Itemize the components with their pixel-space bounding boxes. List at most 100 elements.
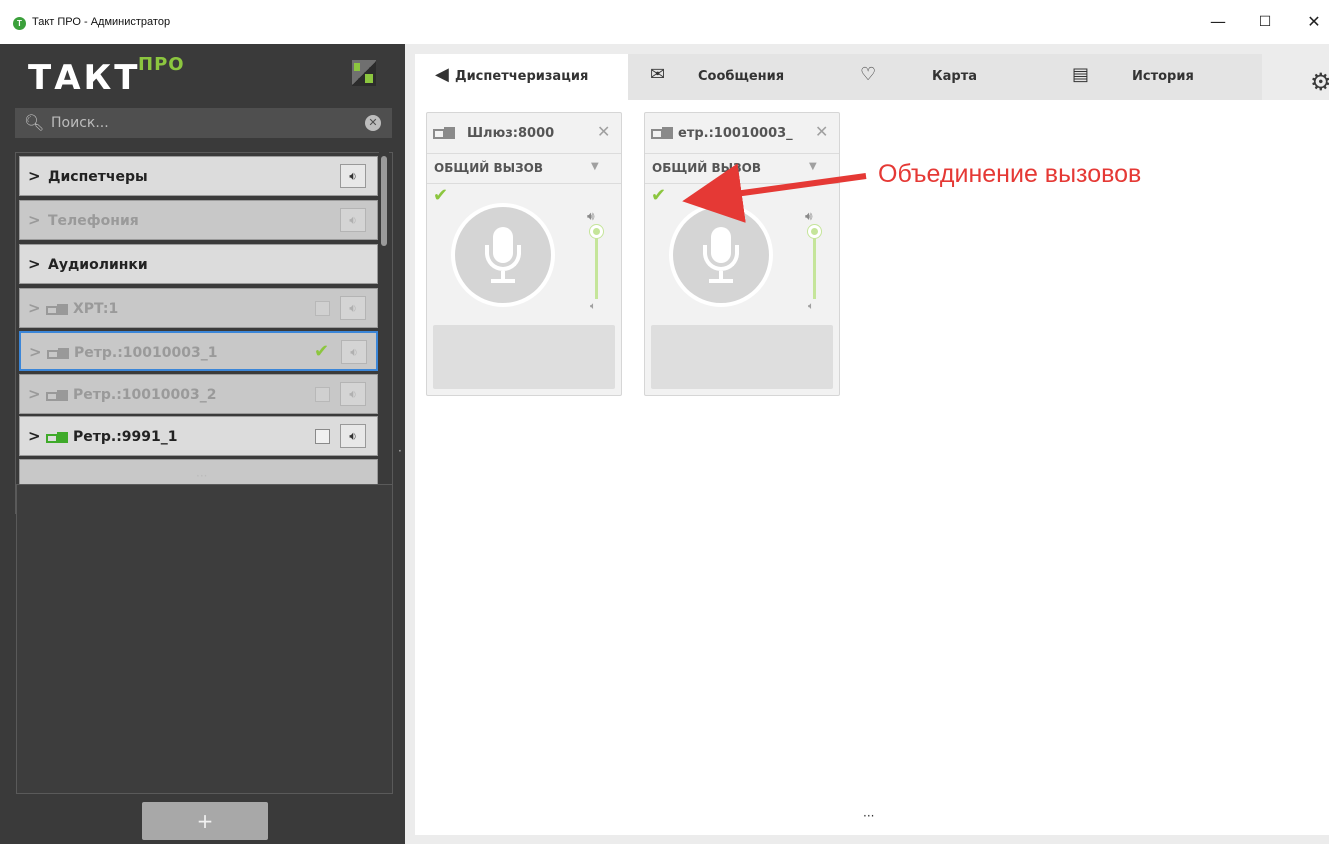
card-title: етр.:10010003_ <box>678 126 793 141</box>
volume-high-icon: 🔊︎ <box>587 209 595 223</box>
clear-search-icon[interactable]: ✕ <box>365 115 381 131</box>
close-button[interactable]: ✕ <box>1299 10 1329 34</box>
sidebar-item-label: Диспетчеры <box>48 169 148 185</box>
sidebar-item-telephony[interactable]: > Телефония 🔉︎ <box>19 200 378 240</box>
checkmark-icon[interactable]: ✔ <box>651 185 666 206</box>
list-scrollbar[interactable] <box>379 152 389 514</box>
select-checkbox[interactable] <box>315 387 330 402</box>
volume-high-icon: 🔊︎ <box>805 209 813 223</box>
chevron-right-icon[interactable]: > <box>28 427 41 445</box>
speaker-icon[interactable]: 🔉︎ <box>340 424 366 448</box>
tab-messages[interactable]: ✉ Сообщения <box>628 54 842 100</box>
side-splitter-handle[interactable]: · <box>398 444 402 458</box>
volume-low-icon: 🔈︎ <box>808 301 814 312</box>
volume-slider-handle[interactable] <box>590 225 603 238</box>
close-icon[interactable]: ✕ <box>815 122 828 141</box>
contact-list: > Диспетчеры 🔉︎ > Телефония 🔉︎ > Аудиоли… <box>15 152 393 514</box>
call-mode-select[interactable]: ОБЩИЙ ВЫЗОВ <box>652 161 761 175</box>
chevron-right-icon[interactable]: > <box>29 343 42 361</box>
bottom-splitter-handle[interactable]: ··· <box>863 809 874 823</box>
sidebar-item-retr-9991-1[interactable]: > Ретр.:9991_1 🔉︎ <box>19 416 378 456</box>
speaker-circle-icon: ◀ <box>435 64 449 85</box>
add-button[interactable]: + <box>142 802 268 840</box>
checkmark-icon[interactable]: ✔ <box>433 185 448 206</box>
call-card[interactable]: етр.:10010003_ ✕ ОБЩИЙ ВЫЗОВ ▼ ✔ 🔊︎ 🔈︎ <box>644 112 840 396</box>
connection-status-icon[interactable] <box>352 60 376 86</box>
sidebar-item-label: Ретр.:9991_1 <box>73 429 178 445</box>
radio-device-icon <box>46 390 68 401</box>
maximize-button[interactable]: ☐ <box>1250 10 1280 34</box>
volume-slider[interactable] <box>813 231 816 299</box>
lower-panel <box>16 484 393 794</box>
envelope-icon: ✉ <box>650 64 666 85</box>
radio-device-icon <box>47 348 69 359</box>
panel-splitter-handle[interactable]: ··· <box>196 469 207 483</box>
sidebar-item-retr-10010003-2[interactable]: > Ретр.:10010003_2 🔉︎ <box>19 374 378 414</box>
main-area: ◀ Диспетчеризация ✉ Сообщения ♡ Карта ▤ … <box>405 44 1329 844</box>
card-status-area <box>651 325 833 389</box>
speaker-icon[interactable]: 🔉︎ <box>341 340 367 364</box>
radio-device-icon <box>651 127 673 139</box>
tab-dispatching[interactable]: ◀ Диспетчеризация <box>415 54 628 100</box>
chevron-right-icon[interactable]: > <box>28 167 41 185</box>
select-checkbox[interactable] <box>315 429 330 444</box>
push-to-talk-button[interactable] <box>451 203 555 307</box>
dropdown-arrow-icon[interactable]: ▼ <box>809 161 817 172</box>
minimize-button[interactable]: — <box>1203 10 1233 34</box>
gear-icon[interactable]: ⚙ <box>1310 68 1329 96</box>
window-title: Такт ПРО - Администратор <box>32 16 171 28</box>
sidebar-item-label: Ретр.:10010003_1 <box>74 345 218 361</box>
tab-label: Сообщения <box>698 69 785 84</box>
radio-device-icon <box>433 127 455 139</box>
speaker-icon[interactable]: 🔉︎ <box>340 296 366 320</box>
tab-bar: ◀ Диспетчеризация ✉ Сообщения ♡ Карта ▤ … <box>415 54 1329 100</box>
annotation-label: Объединение вызовов <box>878 160 1142 188</box>
select-checkbox[interactable] <box>315 301 330 316</box>
sidebar-item-label: Аудиолинки <box>48 257 148 273</box>
dispatch-workspace: Шлюз:8000 ✕ ОБЩИЙ ВЫЗОВ ▼ ✔ 🔊︎ 🔈︎ етр.:1… <box>415 100 1329 835</box>
app-icon: Т <box>13 17 26 30</box>
call-mode-select[interactable]: ОБЩИЙ ВЫЗОВ <box>434 161 543 175</box>
close-icon[interactable]: ✕ <box>597 122 610 141</box>
checkmark-icon[interactable]: ✔ <box>314 341 329 362</box>
tab-history[interactable]: ▤ История <box>1042 54 1262 100</box>
logo-text: ТАКТ <box>28 58 141 98</box>
left-panel: ТАКТ ПРО 🔍︎ ✕ > Диспетчеры 🔉︎ > Телефони… <box>0 44 405 844</box>
push-to-talk-button[interactable] <box>669 203 773 307</box>
sidebar-item-audiolinks[interactable]: > Аудиолинки <box>19 244 378 284</box>
radio-device-icon <box>46 432 68 443</box>
logo-superscript: ПРО <box>138 54 185 75</box>
volume-low-icon: 🔈︎ <box>590 301 596 312</box>
chevron-right-icon[interactable]: > <box>28 385 41 403</box>
radio-device-icon <box>46 304 68 315</box>
volume-slider-handle[interactable] <box>808 225 821 238</box>
sidebar-item-retr-10010003-1[interactable]: > Ретр.:10010003_1 ✔ 🔉︎ <box>19 331 378 371</box>
tab-label: Диспетчеризация <box>455 69 589 84</box>
map-pin-icon: ♡ <box>860 64 877 85</box>
search-bar: 🔍︎ ✕ <box>15 108 392 138</box>
dropdown-arrow-icon[interactable]: ▼ <box>591 161 599 172</box>
chevron-right-icon[interactable]: > <box>28 255 41 273</box>
sidebar-item-label: Ретр.:10010003_2 <box>73 387 217 403</box>
sidebar-item-xpt-1[interactable]: > XPT:1 🔉︎ <box>19 288 378 328</box>
document-icon: ▤ <box>1072 64 1090 85</box>
speaker-icon[interactable]: 🔉︎ <box>340 382 366 406</box>
speaker-icon[interactable]: 🔉︎ <box>340 208 366 232</box>
chevron-right-icon[interactable]: > <box>28 299 41 317</box>
tab-label: Карта <box>932 69 978 84</box>
tab-label: История <box>1132 69 1194 84</box>
speaker-icon[interactable]: 🔉︎ <box>340 164 366 188</box>
card-title: Шлюз:8000 <box>467 126 555 141</box>
tab-map[interactable]: ♡ Карта <box>842 54 1042 100</box>
chevron-right-icon[interactable]: > <box>28 211 41 229</box>
card-status-area <box>433 325 615 389</box>
call-card[interactable]: Шлюз:8000 ✕ ОБЩИЙ ВЫЗОВ ▼ ✔ 🔊︎ 🔈︎ <box>426 112 622 396</box>
scrollbar-thumb[interactable] <box>381 156 387 246</box>
sidebar-item-label: XPT:1 <box>73 301 119 317</box>
volume-slider[interactable] <box>595 231 598 299</box>
search-icon: 🔍︎ <box>24 113 45 132</box>
sidebar-item-label: Телефония <box>48 213 139 229</box>
window-title-bar: Т Такт ПРО - Администратор — ☐ ✕ <box>0 0 1329 44</box>
search-input[interactable] <box>51 113 351 133</box>
sidebar-item-dispatchers[interactable]: > Диспетчеры 🔉︎ <box>19 156 378 196</box>
